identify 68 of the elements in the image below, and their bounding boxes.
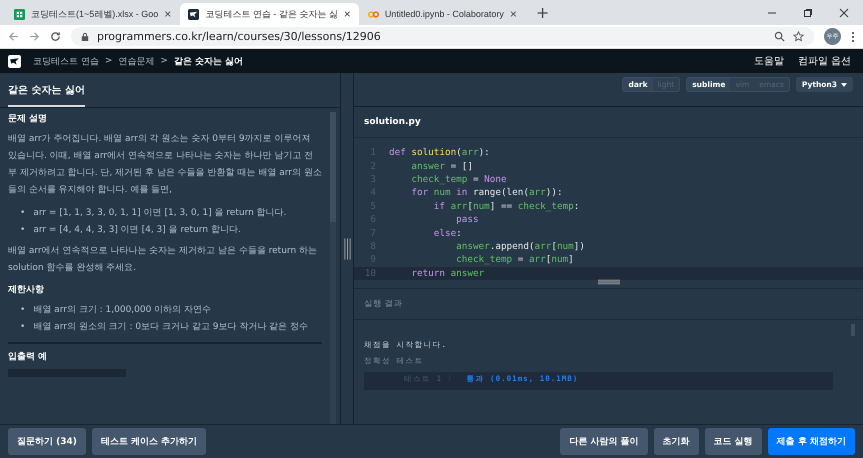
back-icon[interactable] — [8, 31, 19, 42]
code-line: check_temp = arr[num] — [455, 254, 574, 266]
restore-icon[interactable] — [803, 8, 813, 18]
spreadsheet-icon — [14, 8, 25, 20]
bird-logo-icon — [188, 8, 200, 20]
code-line: answer.append(arr[num]) — [455, 240, 585, 252]
limit-item: 배열 arr의 크기 : 1,000,000 이하의 자연수 — [33, 304, 212, 317]
section-heading: 문제 설명 — [8, 113, 48, 126]
bullet: • — [20, 304, 26, 317]
file-name: solution.py — [364, 117, 421, 127]
scrollbar[interactable] — [330, 112, 336, 424]
description-text: 배열 arr에서 연속적으로 나타나는 숫자는 제거하고 남은 수들을 return 하는 solution 함수를 완성해 주세요. — [8, 245, 318, 275]
lock-icon — [81, 32, 89, 42]
browser-tab[interactable]: 코딩테스트 연습 - 같은 숫자는 싫 × — [180, 3, 359, 25]
code-line: answer = [] — [410, 160, 473, 172]
bird-logo-icon[interactable] — [8, 54, 21, 68]
code-line: for num in range(len(arr)): — [410, 187, 563, 198]
code-line: if arr[num] == check_temp: — [432, 200, 580, 212]
breadcrumb-link[interactable]: 같은 숫자는 싫어 — [174, 54, 244, 68]
action-button[interactable]: 초기화 — [654, 428, 699, 455]
tab-title: 코딩테스트(1~5레벨).xlsx - Goo — [31, 8, 158, 20]
bullet: • — [20, 207, 26, 220]
browser-tab[interactable]: Untitled0.ipynb - Colaboratory × — [360, 3, 525, 25]
browser-tab[interactable]: 코딩테스트(1~5레벨).xlsx - Goo × — [6, 3, 180, 25]
footer-button[interactable]: 테스트 케이스 추가하기 — [92, 428, 206, 455]
nav-link[interactable]: 컴파일 옵션 — [798, 54, 851, 68]
breadcrumb-link[interactable]: 코딩테스트 연습 — [33, 54, 99, 68]
menu-icon[interactable] — [851, 30, 855, 42]
tab-title: Untitled0.ipynb - Colaboratory — [384, 9, 504, 19]
close-icon[interactable] — [839, 8, 849, 18]
example-item: arr = [4, 4, 4, 3, 3] 이면 [4, 3] 을 return 합니다. — [33, 224, 241, 237]
code-line: return answer — [410, 268, 484, 279]
footer-button[interactable]: 질문하기 (34) — [8, 428, 86, 455]
loop-logo-icon — [368, 8, 379, 20]
code-line: pass — [455, 214, 479, 226]
caret-icon — [841, 82, 847, 86]
forward-icon[interactable] — [29, 31, 40, 42]
code-line: def solution(arr): — [389, 147, 490, 158]
close-icon[interactable]: × — [510, 7, 517, 21]
result-heading: 실행 결과 — [364, 298, 403, 310]
action-button[interactable]: 제출 후 채점하기 — [768, 428, 855, 455]
grip-icon[interactable] — [598, 279, 620, 285]
code-line: else: — [432, 228, 462, 239]
bullet: • — [20, 224, 26, 237]
action-button[interactable]: 다른 사람의 풀이 — [560, 428, 648, 455]
close-icon[interactable]: × — [164, 7, 172, 21]
breadcrumb-separator: > — [160, 56, 168, 66]
reload-icon[interactable] — [50, 31, 61, 42]
star-icon[interactable] — [793, 31, 804, 42]
close-icon[interactable]: × — [344, 7, 351, 21]
action-button[interactable]: 코드 실행 — [704, 428, 762, 455]
bullet: • — [20, 321, 26, 334]
breadcrumb-link[interactable]: 연습문제 — [118, 54, 154, 68]
example-item: arr = [1, 1, 3, 3, 0, 1, 1] 이면 [1, 3, 0, 1] 을 return 합니다. — [33, 207, 287, 220]
limit-item: 배열 arr의 원소의 크기 : 0보다 크거나 같고 9보다 작거나 같은 정수 — [33, 321, 308, 334]
nav-link[interactable]: 도움말 — [754, 54, 784, 68]
address-field[interactable]: programmers.co.kr/learn/courses/30/lessons/12906 — [71, 27, 814, 46]
zoom-icon[interactable] — [774, 31, 785, 42]
section-heading: 제한사항 — [8, 284, 45, 297]
breadcrumb-separator: > — [104, 56, 112, 66]
problem-tab[interactable]: 같은 숫자는 싫어 — [8, 83, 85, 107]
description-text: 배열 arr가 주어집니다. 배열 arr의 각 원소는 숫자 0부터 9까지로 이루어져 있습니다. 이때, 배열 arr에서 연속적으로 나타나는 숫자는 하나만 남기고 전부 제거하려고 합니다. 단, 제거된 후 남은 수들을 반환할 때는 배열 arr의 원소들의 순서를 유지해야 합니다. 예를 들면, — [8, 133, 322, 197]
section-heading: 입출력 예 — [8, 350, 48, 364]
tab-title: 코딩테스트 연습 - 같은 숫자는 싫 — [205, 8, 338, 20]
new-tab-button[interactable]: + — [526, 3, 560, 25]
split-handle[interactable] — [341, 73, 354, 424]
code-line: check_temp = None — [410, 174, 507, 185]
grip-icon[interactable] — [344, 236, 350, 260]
